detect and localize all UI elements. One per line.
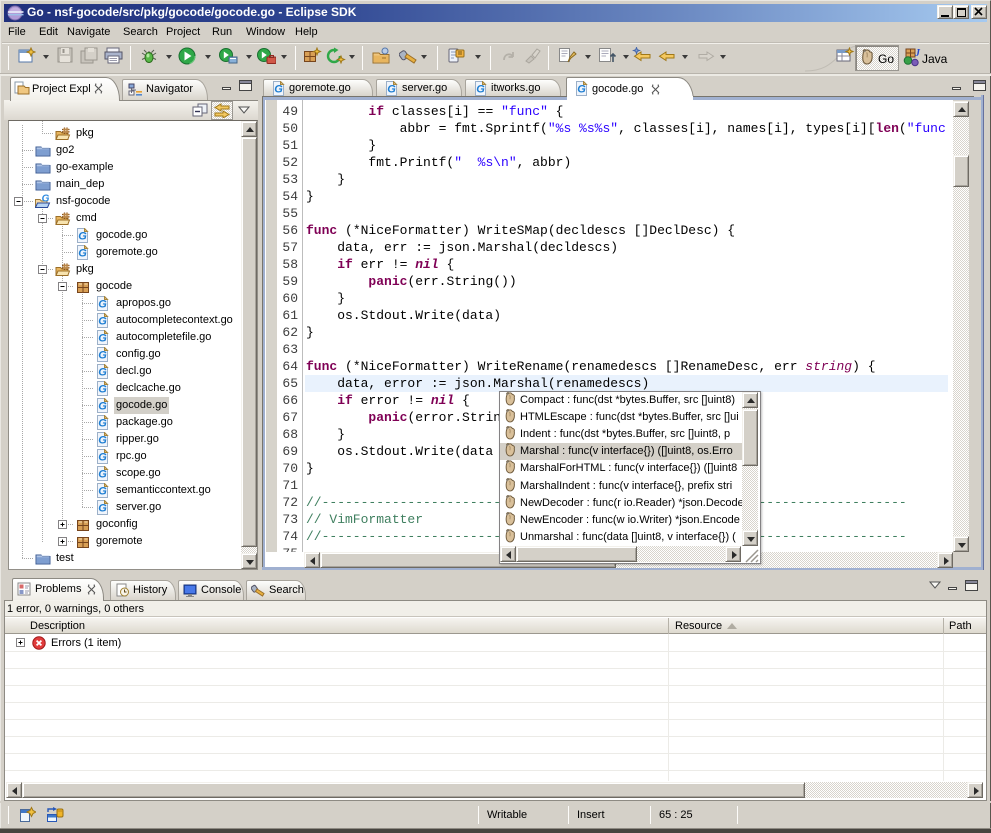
svg-text:J: J	[914, 48, 921, 59]
